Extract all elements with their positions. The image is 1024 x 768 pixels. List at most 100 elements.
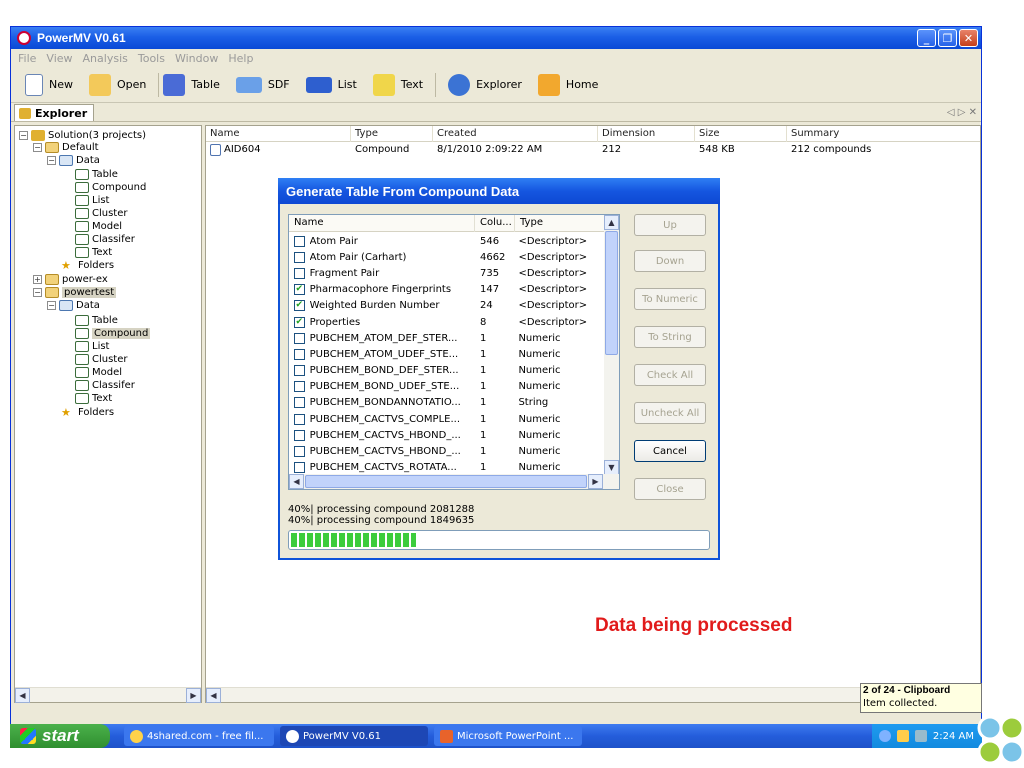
descriptor-row[interactable]: ✔ Weighted Burden Number 24 <Descriptor>	[289, 298, 605, 314]
scroll-down-icon[interactable]: ▼	[604, 460, 619, 475]
menu-view[interactable]: View	[41, 52, 77, 65]
column-header-created[interactable]: Created	[433, 126, 598, 142]
list-button[interactable]: List	[298, 71, 365, 99]
clipboard-notification[interactable]: 2 of 24 - Clipboard Item collected.	[860, 683, 982, 713]
column-header-size[interactable]: Size	[695, 126, 787, 142]
descriptor-row[interactable]: PUBCHEM_BONDANNOTATIO... 1 String	[289, 395, 605, 411]
column-header-summary[interactable]: Summary	[787, 126, 980, 142]
task-powermv[interactable]: PowerMV V0.61	[280, 726, 428, 746]
start-button[interactable]: start	[10, 724, 110, 748]
tree-item-compound[interactable]: Compound	[75, 327, 151, 340]
tray-app-icon[interactable]	[896, 730, 909, 742]
network-icon[interactable]	[914, 730, 927, 742]
descriptor-row[interactable]: PUBCHEM_ATOM_UDEF_STE... 1 Numeric	[289, 346, 605, 362]
row-checkbox[interactable]: ✔	[294, 316, 305, 328]
cancel-button[interactable]: Cancel	[634, 440, 706, 462]
close-dialog-button[interactable]: Close	[634, 478, 706, 500]
column-header-columns[interactable]: Colu...	[475, 215, 515, 232]
tree-item-folders[interactable]: ★ Folders	[61, 259, 114, 272]
up-button[interactable]: Up	[634, 214, 706, 236]
tree-item-compound[interactable]: Compound	[75, 181, 146, 194]
collapse-icon[interactable]: −	[19, 131, 28, 140]
menu-file[interactable]: File	[13, 52, 41, 65]
row-checkbox[interactable]	[294, 397, 305, 409]
tree-item-list[interactable]: List	[75, 340, 109, 353]
scroll-right-icon[interactable]: ▶	[186, 688, 201, 703]
descriptor-row[interactable]: ✔ Properties 8 <Descriptor>	[289, 314, 605, 330]
tree-item-table[interactable]: Table	[75, 314, 118, 327]
to-numeric-button[interactable]: To Numeric	[634, 288, 706, 310]
tree-item-table[interactable]: Table	[75, 168, 118, 181]
restore-button[interactable]: ❐	[938, 29, 957, 47]
row-checkbox[interactable]	[294, 413, 305, 425]
descriptor-row[interactable]: PUBCHEM_BOND_UDEF_STE... 1 Numeric	[289, 379, 605, 395]
row-checkbox[interactable]	[294, 381, 305, 393]
tree-item-text[interactable]: Text	[75, 392, 112, 405]
tray-arrow-icon[interactable]	[878, 730, 891, 742]
task-browser[interactable]: 4shared.com - free fil...	[124, 726, 274, 746]
tree-item-text[interactable]: Text	[75, 246, 112, 259]
descriptor-row[interactable]: ✔ Pharmacophore Fingerprints 147 <Descripto…	[289, 282, 605, 298]
tree-project-powertest[interactable]: − powertest	[33, 286, 117, 299]
minimize-button[interactable]: _	[917, 29, 936, 47]
title-bar[interactable]: PowerMV V0.61 _ ❐ ✕	[11, 27, 981, 49]
menu-analysis[interactable]: Analysis	[78, 52, 133, 65]
row-checkbox[interactable]	[294, 348, 305, 360]
row-checkbox[interactable]: ✔	[294, 284, 305, 296]
column-header-type[interactable]: Type	[515, 215, 605, 232]
tree-item-classifer[interactable]: Classifer	[75, 379, 135, 392]
clock[interactable]: 2:24 AM	[933, 731, 974, 742]
scroll-right-icon[interactable]: ▶	[588, 474, 603, 489]
descriptor-vertical-scrollbar[interactable]: ▲ ▼	[604, 215, 619, 475]
descriptor-row[interactable]: PUBCHEM_ATOM_DEF_STER... 1 Numeric	[289, 330, 605, 346]
menu-help[interactable]: Help	[223, 52, 258, 65]
check-all-button[interactable]: Check All	[634, 364, 706, 386]
uncheck-all-button[interactable]: Uncheck All	[634, 402, 706, 424]
column-header-type[interactable]: Type	[351, 126, 433, 142]
scroll-thumb[interactable]	[605, 231, 618, 355]
text-button[interactable]: Text	[365, 71, 431, 99]
collapse-icon[interactable]: −	[47, 156, 56, 165]
scroll-left-icon[interactable]: ◀	[289, 474, 304, 489]
row-checkbox[interactable]	[294, 267, 305, 279]
to-string-button[interactable]: To String	[634, 326, 706, 348]
descriptor-horizontal-scrollbar[interactable]: ◀ ▶	[289, 474, 619, 489]
tree-item-classifer[interactable]: Classifer	[75, 233, 135, 246]
tree-project-default[interactable]: − Default	[33, 141, 99, 154]
menu-window[interactable]: Window	[170, 52, 223, 65]
row-checkbox[interactable]: ✔	[294, 300, 305, 312]
tree-data-powertest[interactable]: − Data	[47, 299, 100, 312]
row-checkbox[interactable]	[294, 332, 305, 344]
task-powerpoint[interactable]: Microsoft PowerPoint ...	[434, 726, 582, 746]
descriptor-row[interactable]: Atom Pair (Carhart) 4662 <Descriptor>	[289, 249, 605, 265]
descriptor-row[interactable]: PUBCHEM_CACTVS_HBOND_... 1 Numeric	[289, 443, 605, 459]
descriptor-row[interactable]: Fragment Pair 735 <Descriptor>	[289, 265, 605, 281]
new-button[interactable]: New	[17, 71, 81, 99]
tree-project-power-ex[interactable]: + power-ex	[33, 273, 108, 286]
column-header-name[interactable]: Name	[289, 215, 475, 232]
column-header-dimension[interactable]: Dimension	[598, 126, 695, 142]
explorer-button[interactable]: Explorer	[440, 71, 530, 99]
row-checkbox[interactable]	[294, 365, 305, 377]
tree-item-folders[interactable]: ★ Folders	[61, 406, 114, 419]
descriptor-row[interactable]: PUBCHEM_BOND_DEF_STER... 1 Numeric	[289, 363, 605, 379]
tree-item-cluster[interactable]: Cluster	[75, 353, 128, 366]
descriptor-row[interactable]: PUBCHEM_CACTVS_HBOND_... 1 Numeric	[289, 427, 605, 443]
collapse-icon[interactable]: −	[33, 288, 42, 297]
row-checkbox[interactable]	[294, 251, 305, 263]
tab-nav-arrows[interactable]: ◁ ▷ ✕	[947, 107, 977, 118]
menu-tools[interactable]: Tools	[133, 52, 170, 65]
collapse-icon[interactable]: −	[33, 143, 42, 152]
expand-icon[interactable]: +	[33, 275, 42, 284]
down-button[interactable]: Down	[634, 250, 706, 272]
row-checkbox[interactable]	[294, 462, 305, 474]
explorer-tab[interactable]: Explorer	[14, 104, 95, 121]
row-checkbox[interactable]	[294, 446, 305, 458]
column-header-name[interactable]: Name	[206, 126, 351, 142]
sdf-button[interactable]: SDF	[228, 71, 298, 99]
open-button[interactable]: Open	[81, 71, 154, 99]
close-button[interactable]: ✕	[959, 29, 978, 47]
descriptor-row[interactable]: Atom Pair 546 <Descriptor>	[289, 233, 605, 249]
tree-horizontal-scrollbar[interactable]: ◀ ▶	[15, 687, 201, 703]
collapse-icon[interactable]: −	[47, 301, 56, 310]
